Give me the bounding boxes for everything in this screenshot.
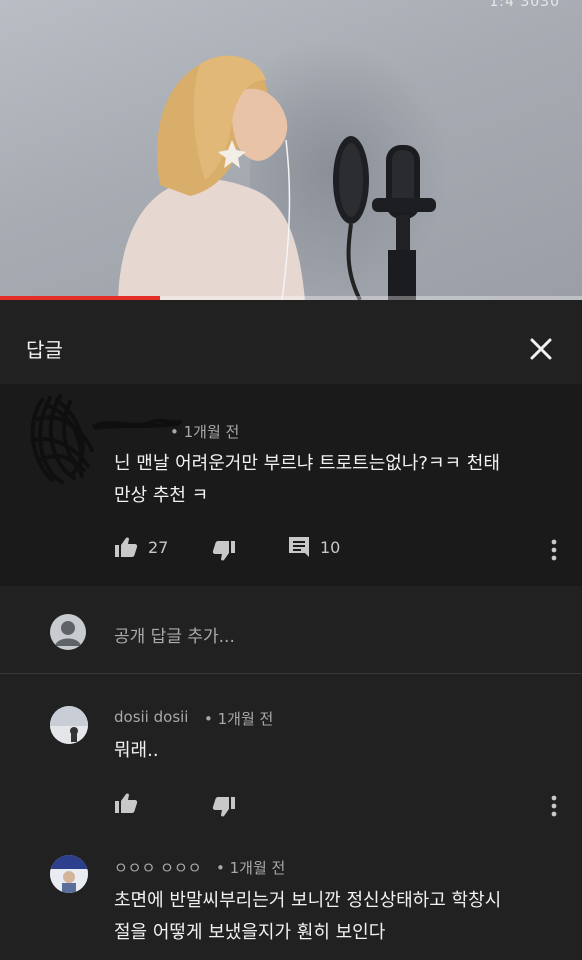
add-reply-row[interactable]: 공개 답글 추가... xyxy=(0,587,582,673)
close-icon xyxy=(530,338,552,360)
dislike-button[interactable] xyxy=(212,796,236,818)
own-avatar xyxy=(50,614,86,650)
reply-text: 뭐래.. xyxy=(114,740,159,761)
reply-author[interactable]: dosii dosii xyxy=(114,708,188,726)
parent-comment-time: • 1개월 전 xyxy=(170,423,240,441)
reply-count-button[interactable]: 10 xyxy=(288,536,340,558)
redacted-username xyxy=(92,418,182,430)
parent-comment-text-line1: 닌 맨날 어려운거만 부르냐 트로트는없나?ㅋㅋ 천태 xyxy=(114,453,500,474)
reply-avatar xyxy=(50,855,88,893)
video-frame xyxy=(118,55,436,300)
parent-comment: • 1개월 전 닌 맨날 어려운거만 부르냐 트로트는없나?ㅋㅋ 천태 만상 추… xyxy=(0,384,582,586)
reply-author[interactable]: ㅇㅇㅇ ㅇㅇㅇ xyxy=(114,857,202,878)
more-options-icon[interactable] xyxy=(551,795,557,817)
thumbs-down-icon xyxy=(212,541,235,561)
reply-avatar xyxy=(50,706,88,744)
avatar-photo-icon xyxy=(50,706,88,744)
video-time: 1:4 3030 xyxy=(489,0,560,10)
add-reply-input[interactable]: 공개 답글 추가... xyxy=(114,622,235,647)
reply-text-line1: 초면에 반말씨부리는거 보니깐 정신상태하고 학창시 xyxy=(114,890,502,911)
dislike-button[interactable] xyxy=(212,540,236,562)
reply-count: 10 xyxy=(320,537,341,557)
replies-header: 답글 xyxy=(0,300,582,384)
like-button[interactable] xyxy=(114,792,138,814)
reply-time: • 1개월 전 xyxy=(216,859,286,877)
close-button[interactable] xyxy=(524,332,558,366)
panel-title: 답글 xyxy=(26,338,63,362)
redacted-avatar xyxy=(30,394,94,484)
divider xyxy=(0,673,582,674)
thumbs-up-icon xyxy=(115,793,138,813)
reply-time: • 1개월 전 xyxy=(204,710,274,728)
comment-icon xyxy=(289,537,309,557)
parent-comment-text-line2: 만상 추천 ㅋ xyxy=(114,485,209,506)
thumbs-down-icon xyxy=(212,797,235,817)
more-options-icon[interactable] xyxy=(551,539,557,561)
like-button[interactable]: 27 xyxy=(114,536,168,558)
user-placeholder-icon xyxy=(55,621,81,646)
thumbs-up-icon xyxy=(115,537,138,557)
like-count: 27 xyxy=(148,537,169,557)
reply-text-line2: 절을 어떻게 보냈을지가 훤히 보인다 xyxy=(114,922,386,943)
avatar-photo-icon xyxy=(50,855,88,893)
video-player[interactable]: 1:4 3030 xyxy=(0,0,582,300)
